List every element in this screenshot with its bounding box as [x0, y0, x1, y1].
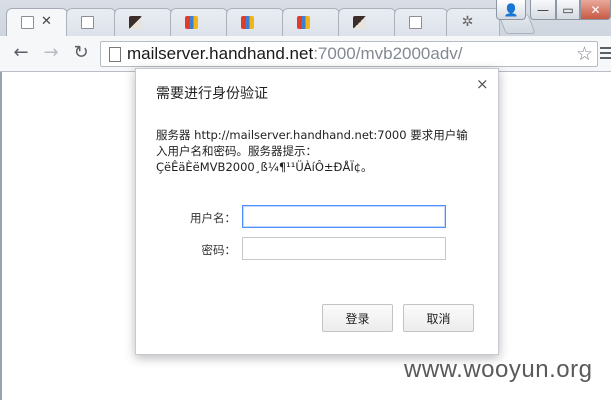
menu-line [600, 47, 611, 49]
blank-page-icon [81, 16, 94, 29]
url-text[interactable]: mailserver.handhand.net:7000/mvb2000adv/ [127, 44, 463, 64]
menu-line [600, 52, 611, 54]
reload-button[interactable]: ↻ [70, 42, 92, 64]
url-path: :7000/mvb2000adv/ [313, 44, 463, 63]
message-line: 入用户名和密码。服务器提示： [156, 144, 317, 158]
tab[interactable] [282, 8, 340, 36]
minimize-button[interactable]: — [530, 0, 556, 20]
tab[interactable] [114, 8, 172, 36]
app-favicon-icon [129, 16, 142, 29]
username-label: 用户名： [190, 211, 236, 225]
page-edge [0, 72, 2, 400]
bookmark-star-icon[interactable]: ☆ [576, 43, 593, 65]
forward-arrow-icon: → [43, 42, 59, 63]
watermark-text: www.wooyun.org [404, 356, 593, 383]
back-arrow-icon: ← [13, 42, 29, 63]
dialog-message: 服务器 http://mailserver.handhand.net:7000 … [156, 127, 486, 175]
close-window-button[interactable]: ✕ [580, 0, 611, 20]
back-button[interactable]: ← [10, 42, 32, 64]
close-tab-icon[interactable]: ✕ [41, 14, 52, 30]
user-icon: 👤 [503, 2, 519, 17]
cancel-button[interactable]: 取消 [403, 304, 474, 332]
maximize-icon: ▭ [562, 2, 574, 17]
login-button[interactable]: 登录 [322, 304, 393, 332]
reload-icon: ↻ [73, 42, 89, 63]
minimize-icon: — [537, 2, 549, 17]
blank-page-icon [21, 16, 34, 29]
dialog-close-icon[interactable]: × [476, 75, 489, 93]
blank-page-icon [409, 16, 422, 29]
address-bar[interactable]: mailserver.handhand.net:7000/mvb2000adv/… [100, 41, 598, 67]
password-input[interactable] [242, 237, 446, 260]
tab[interactable] [66, 8, 116, 36]
auth-dialog: 需要进行身份验证 × 服务器 http://mailserver.handhan… [135, 68, 499, 355]
app-favicon-icon [353, 16, 366, 29]
password-label: 密码： [201, 243, 237, 257]
tab[interactable] [394, 8, 448, 36]
message-line: ÇëÊäÈëMVB2000¸ß¼¶¹¹ÜÀíÔ±ÐÅÏ¢。 [156, 160, 373, 174]
username-input[interactable] [242, 205, 446, 228]
tab-strip: ✕ ✲ 👤 — ▭ ✕ [0, 0, 611, 37]
grid-favicon-icon [241, 16, 254, 29]
page-icon [109, 47, 121, 62]
message-line: 服务器 http://mailserver.handhand.net:7000 … [156, 128, 468, 142]
grid-favicon-icon [297, 16, 310, 29]
maximize-button[interactable]: ▭ [556, 0, 580, 20]
tab[interactable] [170, 8, 228, 36]
grid-favicon-icon [185, 16, 198, 29]
dialog-title: 需要进行身份验证 [156, 86, 268, 102]
tab[interactable]: ✲ [446, 8, 500, 36]
close-icon: ✕ [590, 2, 601, 17]
tab[interactable] [226, 8, 284, 36]
url-host: mailserver.handhand.net [127, 44, 314, 63]
gear-icon: ✲ [461, 14, 474, 30]
user-profile-button[interactable]: 👤 [496, 0, 526, 20]
browser-menu-button[interactable] [600, 44, 611, 62]
forward-button[interactable]: → [40, 42, 62, 64]
browser-toolbar: ← → ↻ mailserver.handhand.net:7000/mvb20… [0, 36, 611, 72]
menu-line [600, 57, 611, 59]
tab-active[interactable]: ✕ [6, 8, 68, 37]
tab[interactable] [338, 8, 396, 36]
